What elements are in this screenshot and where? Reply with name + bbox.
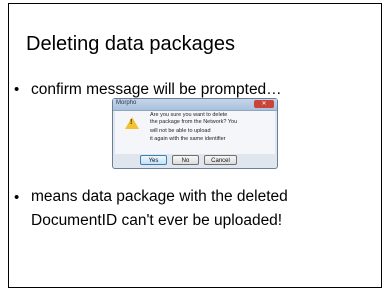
warning-icon-mark: ! — [130, 119, 133, 126]
cancel-button[interactable]: Cancel — [204, 155, 237, 165]
bullet-icon: • — [14, 189, 20, 206]
dialog-title: Morpho — [116, 100, 137, 106]
close-icon[interactable]: ✕ — [254, 100, 274, 108]
dialog-body: ! Are you sure you want to delete the pa… — [115, 111, 275, 154]
dialog-titlebar: Morpho ✕ — [113, 99, 277, 111]
dialog-button-bar: Yes No Cancel — [113, 154, 277, 168]
yes-button[interactable]: Yes — [140, 155, 167, 165]
dialog-message-line-1: Are you sure you want to delete — [150, 112, 228, 118]
dialog-message-line-2: the package from the Network? You — [150, 119, 238, 125]
slide-title: Deleting data packages — [26, 33, 236, 55]
bullet-icon: • — [14, 81, 20, 98]
dialog-message-line-4: it again with the same identifier — [150, 136, 226, 142]
bullet-2-line-1: means data package with the deleted — [31, 188, 288, 205]
confirm-dialog: Morpho ✕ ! Are you sure you want to dele… — [112, 98, 278, 169]
no-button[interactable]: No — [172, 155, 199, 165]
dialog-message-line-3: will not be able to upload — [150, 128, 211, 134]
bullet-2-line-2: DocumentID can't ever be uploaded! — [31, 212, 283, 229]
